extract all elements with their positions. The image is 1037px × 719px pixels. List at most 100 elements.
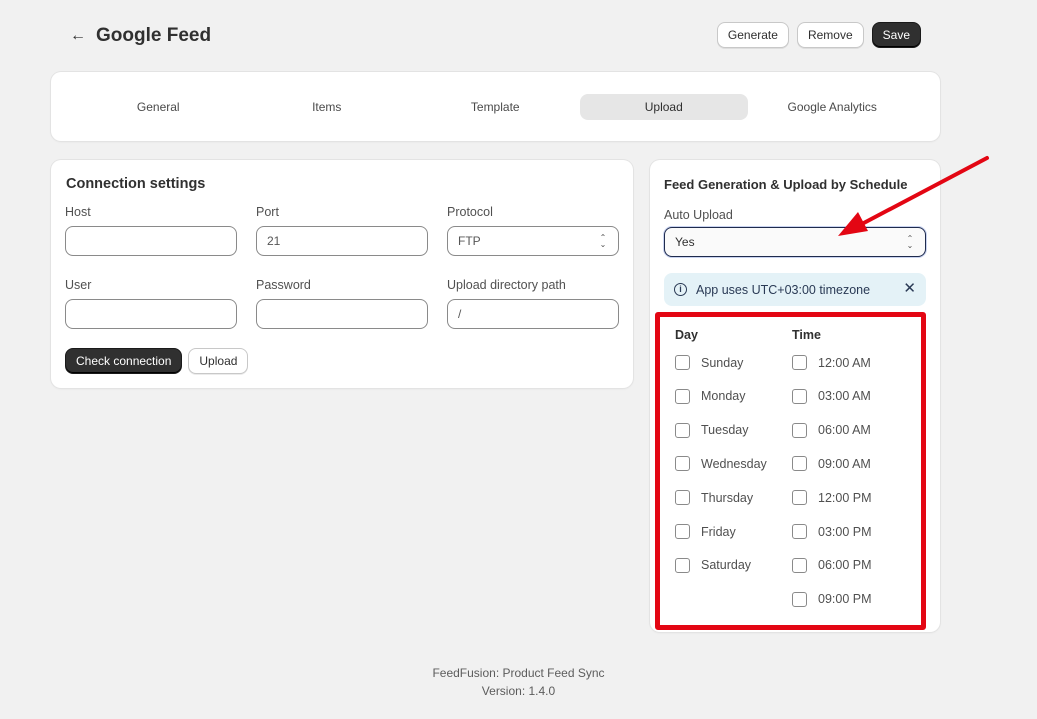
- host-field: Host: [65, 205, 237, 256]
- day-label: Saturday: [701, 558, 752, 573]
- day-label: Thursday: [701, 490, 754, 505]
- time-label: 03:00 PM: [818, 524, 872, 539]
- path-input[interactable]: /: [447, 299, 619, 329]
- close-icon[interactable]: ✕: [903, 281, 916, 297]
- checkbox[interactable]: [675, 557, 690, 573]
- checkbox[interactable]: [792, 591, 807, 607]
- arrow-left-icon: ←: [70, 27, 86, 44]
- time-checkbox-row[interactable]: 06:00 AM: [792, 422, 871, 438]
- day-column-header: Day: [675, 328, 698, 342]
- page-header: ← Google Feed Generate Remove Save: [66, 22, 921, 50]
- connection-settings-title: Connection settings: [66, 176, 206, 192]
- checkbox[interactable]: [792, 456, 807, 472]
- day-label: Tuesday: [701, 423, 749, 438]
- protocol-value: FTP: [458, 234, 481, 248]
- port-label: Port: [256, 205, 279, 219]
- chevron-up-down-icon: ⌃ ⌄: [906, 234, 914, 250]
- auto-upload-label: Auto Upload: [664, 208, 733, 222]
- checkbox[interactable]: [792, 524, 807, 539]
- user-field: User: [65, 278, 237, 329]
- remove-button[interactable]: Remove: [796, 22, 864, 48]
- time-checkbox-row[interactable]: 06:00 PM: [792, 557, 872, 573]
- day-label: Friday: [701, 524, 736, 539]
- host-label: Host: [65, 205, 91, 219]
- day-checkbox-row[interactable]: Sunday: [675, 355, 743, 370]
- footer: FeedFusion: Product Feed Sync Version: 1…: [0, 664, 1037, 700]
- path-field: Upload directory path /: [447, 278, 619, 329]
- checkbox[interactable]: [675, 422, 690, 438]
- checkbox[interactable]: [792, 557, 807, 573]
- host-input[interactable]: [65, 226, 237, 256]
- time-label: 12:00 AM: [818, 355, 871, 370]
- page-title: Google Feed: [96, 25, 212, 46]
- time-label: 12:00 PM: [818, 490, 872, 505]
- checkbox[interactable]: [792, 422, 807, 438]
- day-checkbox-row[interactable]: Tuesday: [675, 422, 749, 438]
- protocol-select[interactable]: FTP ⌃ ⌄: [447, 226, 619, 256]
- checkbox[interactable]: [675, 355, 690, 370]
- time-checkbox-row[interactable]: 03:00 AM: [792, 388, 871, 404]
- password-label: Password: [256, 278, 311, 292]
- generate-button[interactable]: Generate: [716, 22, 789, 48]
- day-checkbox-row[interactable]: Wednesday: [675, 456, 767, 472]
- footer-app-name: FeedFusion: Product Feed Sync: [432, 666, 605, 680]
- time-checkbox-row[interactable]: 12:00 AM: [792, 355, 871, 370]
- day-label: Wednesday: [701, 456, 767, 471]
- connection-actions: Check connection Upload: [65, 348, 249, 374]
- schedule-title: Feed Generation & Upload by Schedule: [664, 177, 908, 192]
- checkbox[interactable]: [675, 524, 690, 539]
- connection-settings-card: Connection settings Host Port 21 Protoco…: [51, 160, 633, 388]
- upload-button[interactable]: Upload: [188, 348, 249, 374]
- checkbox[interactable]: [792, 355, 807, 370]
- time-label: 09:00 AM: [818, 456, 871, 471]
- auto-upload-value: Yes: [675, 235, 695, 249]
- info-icon: i: [674, 283, 687, 296]
- day-checkbox-row[interactable]: Friday: [675, 524, 736, 539]
- protocol-label: Protocol: [447, 205, 493, 219]
- tab-template[interactable]: Template: [411, 94, 580, 120]
- day-checkbox-row[interactable]: Monday: [675, 388, 746, 404]
- footer-version: Version: 1.4.0: [481, 684, 556, 698]
- day-checkbox-row[interactable]: Saturday: [675, 557, 752, 573]
- tab-upload[interactable]: Upload: [579, 94, 748, 120]
- day-label: Sunday: [701, 355, 744, 370]
- header-actions: Generate Remove Save: [716, 22, 921, 48]
- time-checkbox-row[interactable]: 12:00 PM: [792, 490, 872, 506]
- tab-google-analytics[interactable]: Google Analytics: [748, 94, 917, 120]
- back-button[interactable]: ←: [66, 22, 90, 50]
- chevron-up-down-icon: ⌃ ⌄: [599, 233, 607, 249]
- port-field: Port 21: [256, 205, 428, 256]
- checkbox[interactable]: [675, 456, 690, 472]
- user-label: User: [65, 278, 92, 292]
- day-checkbox-row[interactable]: Thursday: [675, 490, 754, 506]
- day-label: Monday: [701, 389, 746, 404]
- time-label: 06:00 PM: [818, 558, 872, 573]
- time-label: 03:00 AM: [818, 389, 871, 404]
- save-button[interactable]: Save: [871, 22, 921, 48]
- time-label: 06:00 AM: [818, 423, 871, 438]
- time-checkbox-row[interactable]: 09:00 PM: [792, 591, 872, 607]
- time-label: 09:00 PM: [818, 592, 872, 607]
- user-input[interactable]: [65, 299, 237, 329]
- checkbox[interactable]: [792, 490, 807, 506]
- time-column-header: Time: [792, 328, 821, 342]
- check-connection-button[interactable]: Check connection: [65, 348, 183, 374]
- tab-bar: General Items Template Upload Google Ana…: [74, 94, 917, 120]
- timezone-banner: i App uses UTC+03:00 timezone ✕: [664, 273, 926, 306]
- port-input[interactable]: 21: [256, 226, 428, 256]
- checkbox[interactable]: [792, 388, 807, 404]
- password-input[interactable]: [256, 299, 428, 329]
- checkbox[interactable]: [675, 490, 690, 506]
- schedule-card: Feed Generation & Upload by Schedule Aut…: [650, 160, 940, 632]
- time-checkbox-row[interactable]: 03:00 PM: [792, 524, 872, 539]
- protocol-field: Protocol FTP ⌃ ⌄: [447, 205, 619, 256]
- tab-items[interactable]: Items: [243, 94, 412, 120]
- password-field: Password: [256, 278, 428, 329]
- auto-upload-select[interactable]: Yes ⌃ ⌄: [664, 227, 926, 257]
- timezone-text: App uses UTC+03:00 timezone: [696, 282, 871, 297]
- path-label: Upload directory path: [447, 278, 566, 292]
- tabs-card: General Items Template Upload Google Ana…: [51, 72, 940, 141]
- tab-general[interactable]: General: [74, 94, 243, 120]
- time-checkbox-row[interactable]: 09:00 AM: [792, 456, 871, 472]
- checkbox[interactable]: [675, 388, 690, 404]
